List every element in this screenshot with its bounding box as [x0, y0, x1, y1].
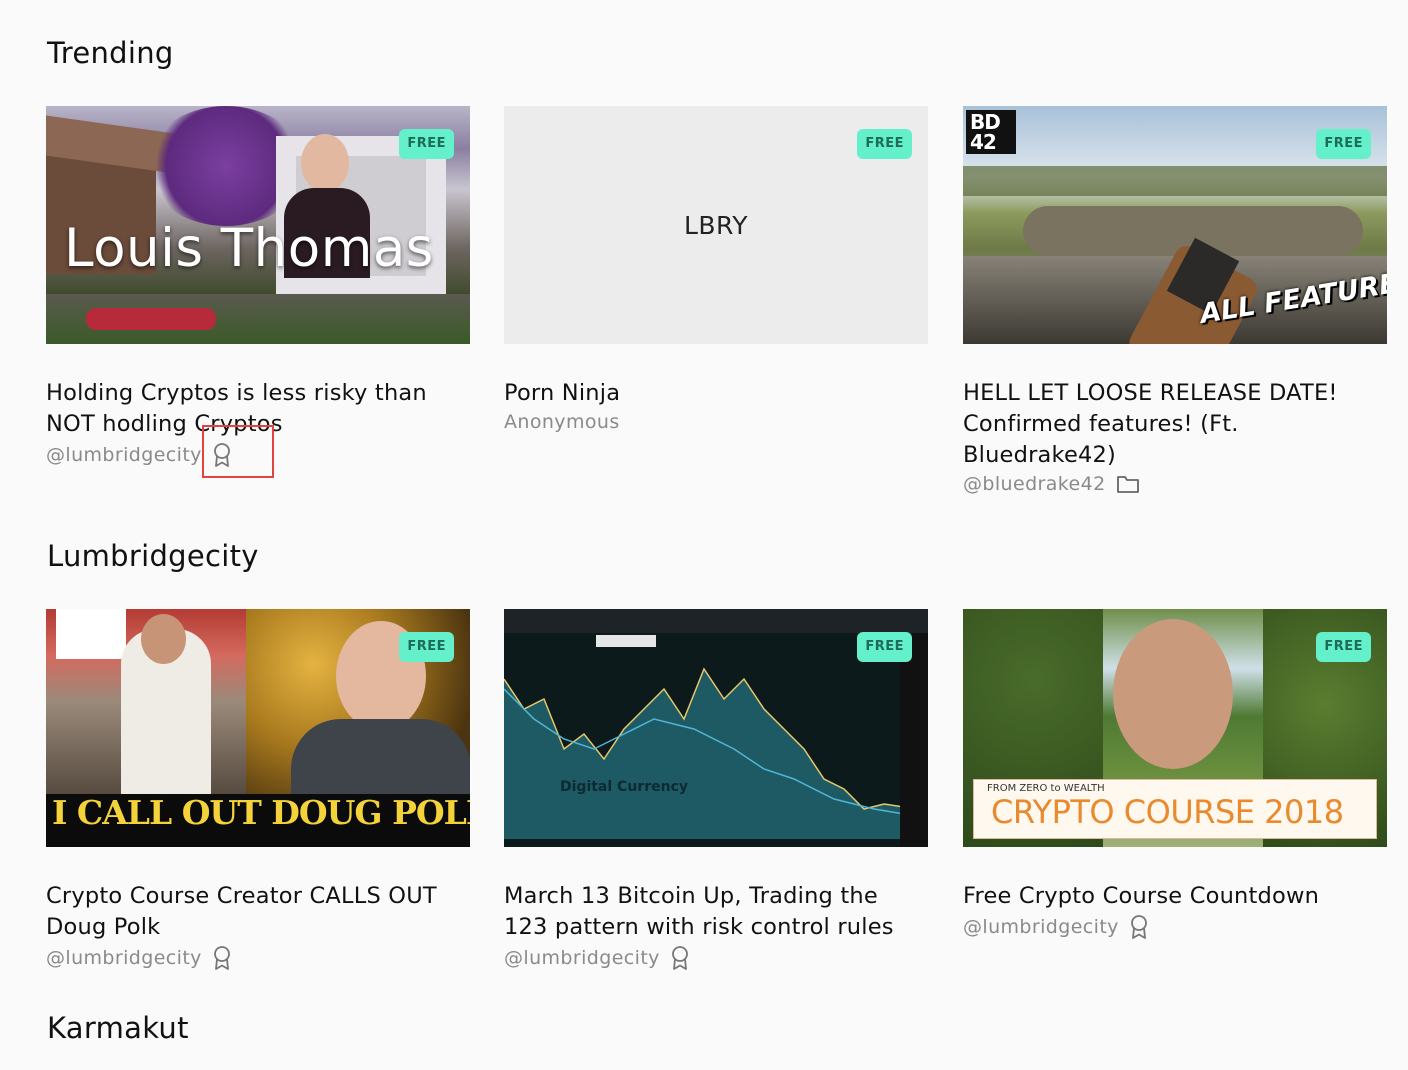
- card-title[interactable]: Free Crypto Course Countdown: [963, 881, 1373, 912]
- video-thumbnail[interactable]: I CALL OUT DOUG POLK FREE: [46, 609, 470, 847]
- thumbnail-caption: CRYPTO COURSE 2018: [991, 793, 1344, 831]
- content-card[interactable]: Digital Currency FREE March 13 Bitcoin U…: [504, 609, 928, 971]
- channel-name[interactable]: @lumbridgecity: [963, 916, 1119, 938]
- channel-name[interactable]: @bluedrake42: [963, 473, 1106, 495]
- channel-name[interactable]: @lumbridgecity: [46, 947, 202, 969]
- section-title-trending: Trending: [47, 36, 174, 70]
- channel-row: @lumbridgecity: [504, 945, 928, 971]
- video-thumbnail[interactable]: Louis Thomas FREE: [46, 106, 470, 344]
- card-title[interactable]: Porn Ninja: [504, 378, 914, 409]
- channel-row: @lumbridgecity: [963, 914, 1387, 940]
- content-card[interactable]: Louis Thomas FREE Holding Cryptos is les…: [46, 106, 470, 468]
- free-badge: FREE: [1316, 129, 1371, 159]
- free-badge: FREE: [399, 632, 454, 662]
- video-thumbnail[interactable]: Digital Currency FREE: [504, 609, 928, 847]
- thumbnail-caption: I CALL OUT DOUG POLK: [52, 793, 470, 832]
- content-card[interactable]: FROM ZERO to WEALTH CRYPTO COURSE 2018 F…: [963, 609, 1387, 940]
- channel-name[interactable]: @lumbridgecity: [504, 947, 660, 969]
- video-thumbnail[interactable]: FROM ZERO to WEALTH CRYPTO COURSE 2018 F…: [963, 609, 1387, 847]
- channel-row: @bluedrake42: [963, 473, 1387, 495]
- thumbnail-caption: Louis Thomas: [64, 218, 434, 279]
- video-thumbnail[interactable]: LBRY FREE: [504, 106, 928, 344]
- video-thumbnail[interactable]: BD 42 ALL FEATURES! FREE: [963, 106, 1387, 344]
- highlight-box: [202, 425, 274, 478]
- award-icon[interactable]: [212, 945, 232, 971]
- thumbnail-logo: BD 42: [966, 110, 1016, 154]
- section-title-karmakut[interactable]: Karmakut: [47, 1011, 189, 1045]
- free-badge: FREE: [857, 632, 912, 662]
- award-icon[interactable]: [670, 945, 690, 971]
- folder-icon[interactable]: [1116, 473, 1140, 495]
- channel-row: @lumbridgecity: [46, 945, 470, 971]
- free-badge: FREE: [857, 129, 912, 159]
- card-title[interactable]: Crypto Course Creator CALLS OUT Doug Pol…: [46, 881, 456, 943]
- award-icon[interactable]: [1129, 914, 1149, 940]
- free-badge: FREE: [399, 129, 454, 159]
- channel-name[interactable]: Anonymous: [504, 411, 620, 433]
- content-card[interactable]: BD 42 ALL FEATURES! FREE HELL LET LOOSE …: [963, 106, 1387, 495]
- content-card[interactable]: I CALL OUT DOUG POLK FREE Crypto Course …: [46, 609, 470, 971]
- card-title[interactable]: HELL LET LOOSE RELEASE DATE! Confirmed f…: [963, 378, 1373, 471]
- card-title[interactable]: March 13 Bitcoin Up, Trading the 123 pat…: [504, 881, 914, 943]
- content-card[interactable]: LBRY FREE Porn Ninja Anonymous: [504, 106, 928, 433]
- section-title-lumbridgecity[interactable]: Lumbridgecity: [47, 539, 259, 573]
- channel-row: Anonymous: [504, 411, 928, 433]
- thumbnail-caption: Digital Currency: [560, 779, 688, 795]
- channel-name[interactable]: @lumbridgecity: [46, 444, 202, 466]
- free-badge: FREE: [1316, 632, 1371, 662]
